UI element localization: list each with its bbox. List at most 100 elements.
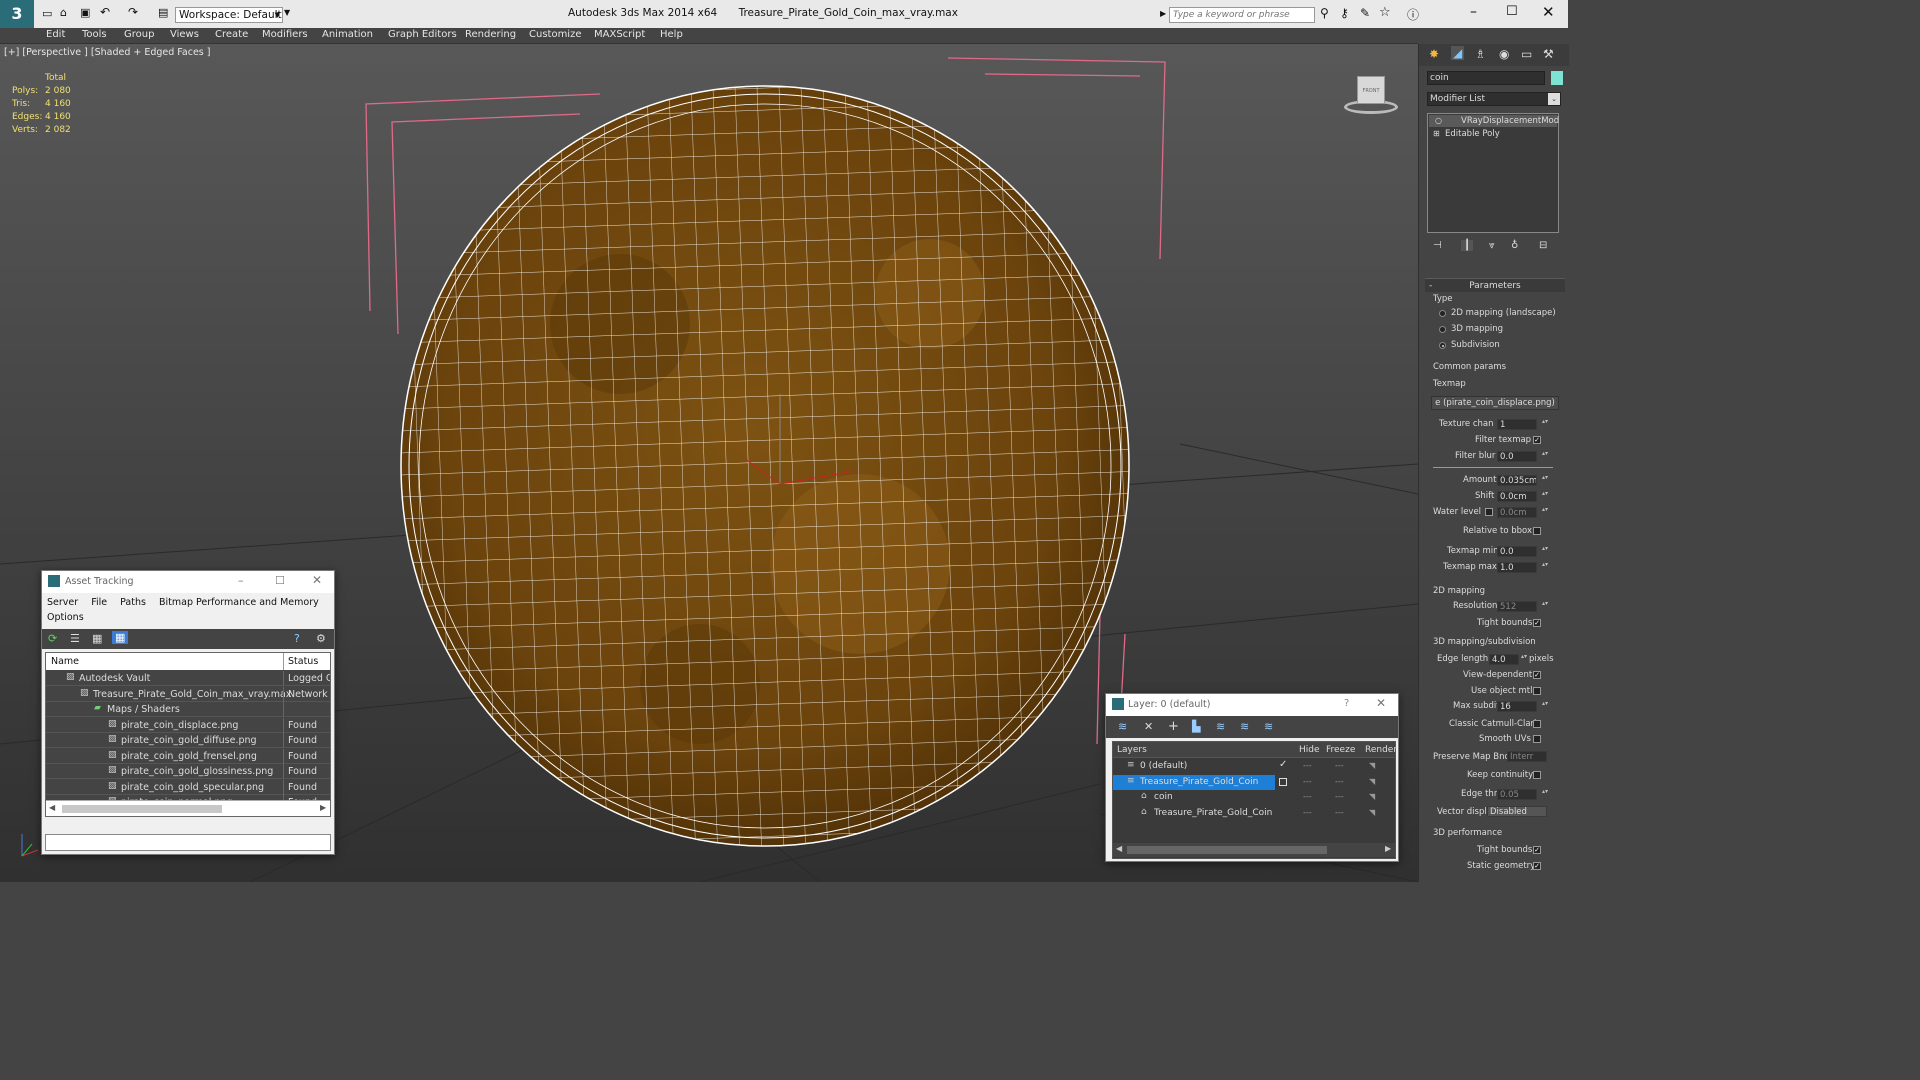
expand-icon[interactable]: ⊞	[1433, 128, 1440, 140]
table-row[interactable]: ▧ pirate_coin_displace.png Found	[46, 717, 330, 733]
create-layer-icon[interactable]: ≋	[1118, 720, 1127, 733]
layer-titlebar[interactable]: Layer: 0 (default) ? ✕	[1106, 694, 1398, 716]
scroll-right-icon[interactable]: ▶	[320, 803, 326, 812]
spinner-icon[interactable]: ▴▾	[1542, 562, 1548, 568]
column-name-header[interactable]: Name	[51, 656, 79, 667]
column-status-header[interactable]: Status	[288, 656, 318, 667]
spinner-icon[interactable]: ▴▾	[1542, 546, 1548, 552]
settings-icon[interactable]: ⚙	[316, 632, 326, 645]
menu-customize[interactable]: Customize	[529, 29, 582, 40]
menu-tools[interactable]: Tools	[82, 29, 107, 40]
table-row[interactable]: ▧ pirate_coin_gold_glossiness.png Found	[46, 764, 330, 779]
hierarchy-tab-icon[interactable]: ♗	[1475, 47, 1486, 61]
column-hide-header[interactable]: Hide	[1299, 745, 1320, 755]
help-icon[interactable]: ⓘ	[1407, 6, 1419, 23]
help-icon[interactable]: ?	[1344, 698, 1349, 709]
utilities-tab-icon[interactable]: ⚒	[1543, 47, 1554, 61]
modify-tab-icon[interactable]: ◢	[1451, 46, 1465, 60]
menu-views[interactable]: Views	[170, 29, 199, 40]
render-toggle-icon[interactable]: ◥	[1369, 792, 1375, 801]
close-icon[interactable]: ✕	[1376, 696, 1386, 710]
menu-bitmap-performance[interactable]: Bitmap Performance and Memory	[159, 597, 319, 608]
redo-icon[interactable]: ↷	[128, 5, 138, 19]
search-expand-icon[interactable]: ▶	[1160, 9, 1166, 18]
tight-bounds-checkbox[interactable]: ✓	[1533, 619, 1541, 627]
search-input[interactable]	[1169, 7, 1315, 23]
spinner-icon[interactable]: ▴▾	[1542, 475, 1548, 481]
freeze-toggle-icon[interactable]: ---	[1335, 777, 1344, 786]
spinner-icon[interactable]: ▴▾	[1542, 601, 1548, 607]
subscription-icon[interactable]: ⚷	[1340, 6, 1349, 20]
resolution-field[interactable]: 512	[1497, 601, 1537, 612]
spinner-icon[interactable]: ▴▾	[1542, 789, 1548, 795]
smooth-uvs-checkbox[interactable]	[1533, 735, 1541, 743]
table-row[interactable]: ▧ pirate_coin_gold_specular.png Found	[46, 779, 330, 795]
hide-toggle-icon[interactable]: ---	[1303, 777, 1312, 786]
menu-create[interactable]: Create	[215, 29, 248, 40]
viewport-label[interactable]: [+] [Perspective ] [Shaded + Edged Faces…	[4, 47, 210, 58]
create-tab-icon[interactable]: ✸	[1429, 47, 1439, 61]
rollout-header[interactable]: - Parameters	[1425, 278, 1565, 292]
spinner-icon[interactable]: ▴▾	[1542, 451, 1548, 457]
list-view-icon[interactable]: ☰	[70, 632, 80, 645]
table-row[interactable]: ▰ Maps / Shaders	[46, 702, 330, 717]
asset-path-input[interactable]	[45, 834, 331, 851]
perf-tight-bounds-checkbox[interactable]: ✓	[1533, 846, 1541, 854]
menu-animation[interactable]: Animation	[322, 29, 373, 40]
new-file-icon[interactable]: ▭	[42, 7, 52, 20]
table-row[interactable]: ▧ pirate_coin_gold_frensel.png Found	[46, 748, 330, 764]
render-toggle-icon[interactable]: ◥	[1369, 761, 1375, 770]
set-current-layer-box[interactable]	[1279, 777, 1287, 786]
render-toggle-icon[interactable]: ◥	[1369, 777, 1375, 786]
show-end-result-icon[interactable]: ┃	[1461, 240, 1474, 251]
menu-server[interactable]: Server	[47, 597, 78, 608]
layer-row[interactable]: ≡ 0 (default) ✓ --- --- ◥	[1113, 759, 1395, 774]
menu-group[interactable]: Group	[124, 29, 154, 40]
scroll-left-icon[interactable]: ◀	[1116, 844, 1122, 853]
classic-catmull-checkbox[interactable]	[1533, 720, 1541, 728]
radio-2d-mapping[interactable]	[1439, 310, 1446, 317]
freeze-toggle-icon[interactable]: ---	[1335, 808, 1344, 817]
coin-mesh[interactable]	[367, 60, 1174, 877]
highlight-layer-icon[interactable]: ≋	[1216, 720, 1225, 733]
stack-item[interactable]: ⊞ Editable Poly	[1429, 128, 1557, 140]
asset-hscrollbar[interactable]: ◀ ▶	[46, 800, 330, 816]
view-dependent-checkbox[interactable]: ✓	[1533, 671, 1541, 679]
radio-3d-mapping[interactable]	[1439, 326, 1446, 333]
menu-rendering[interactable]: Rendering	[465, 29, 516, 40]
current-layer-check-icon[interactable]: ✓	[1279, 759, 1287, 770]
make-unique-icon[interactable]: ⩔	[1489, 240, 1495, 251]
spinner-icon[interactable]: ▴▾	[1542, 507, 1548, 513]
maximize-icon[interactable]: ☐	[1506, 4, 1518, 19]
viewcube[interactable]: FRONT	[1338, 72, 1404, 118]
menu-edit[interactable]: Edit	[46, 29, 65, 40]
scroll-left-icon[interactable]: ◀	[49, 803, 55, 812]
minimize-icon[interactable]: –	[238, 574, 244, 587]
hide-toggle-icon[interactable]: ---	[1303, 808, 1312, 817]
freeze-all-icon[interactable]: ≋	[1264, 720, 1273, 733]
column-freeze-header[interactable]: Freeze	[1326, 745, 1355, 755]
stack-item[interactable]: ○ VRayDisplacementMod	[1429, 115, 1559, 127]
add-to-layer-icon[interactable]: +	[1168, 719, 1179, 734]
modifier-stack[interactable]: ○ VRayDisplacementMod ⊞ Editable Poly	[1427, 113, 1559, 233]
lightbulb-icon[interactable]: ○	[1435, 115, 1442, 127]
menu-help[interactable]: Help	[660, 29, 683, 40]
grid-view-icon[interactable]: ▦	[112, 631, 129, 644]
favorites-star-icon[interactable]: ☆	[1379, 5, 1391, 20]
configure-sets-icon[interactable]: ⊟	[1539, 240, 1547, 251]
communication-icon[interactable]: ✎	[1360, 6, 1370, 20]
scroll-right-icon[interactable]: ▶	[1385, 844, 1391, 853]
delete-layer-icon[interactable]: ✕	[1144, 720, 1153, 733]
freeze-toggle-icon[interactable]: ---	[1335, 792, 1344, 801]
help-icon[interactable]: ?	[294, 632, 300, 645]
column-layers-header[interactable]: Layers	[1117, 745, 1147, 755]
shift-field[interactable]: 0.0cm	[1497, 491, 1537, 502]
motion-tab-icon[interactable]: ◉	[1499, 47, 1509, 61]
project-icon[interactable]: ▤	[158, 6, 168, 19]
pin-stack-icon[interactable]: ⊣	[1433, 240, 1442, 251]
spinner-icon[interactable]: ▴▾	[1521, 654, 1527, 660]
scroll-thumb[interactable]	[62, 805, 222, 813]
radio-subdivision[interactable]	[1439, 342, 1446, 349]
hide-toggle-icon[interactable]: ---	[1303, 792, 1312, 801]
texture-chan-field[interactable]: 1	[1497, 419, 1537, 430]
